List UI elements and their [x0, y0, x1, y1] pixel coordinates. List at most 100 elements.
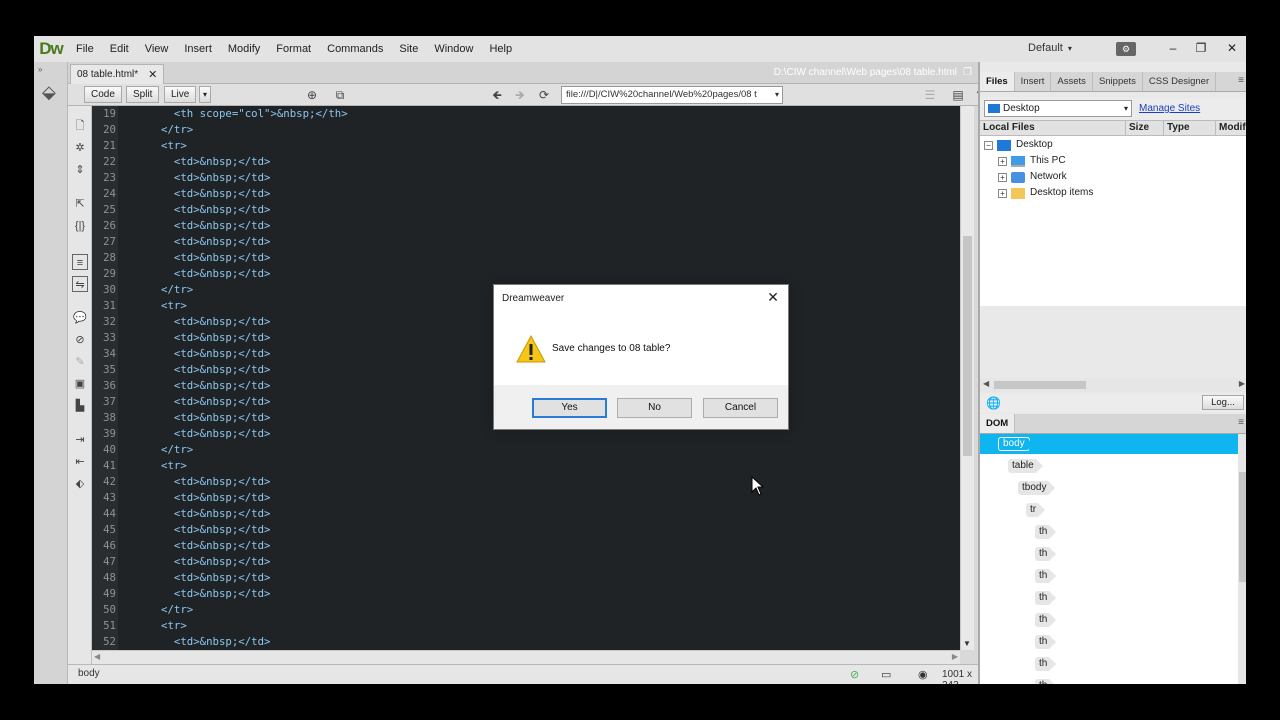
restore-doc-icon[interactable]: ❐	[963, 67, 972, 78]
code-line[interactable]: 52 <td>&nbsp;</td>	[92, 634, 960, 650]
collapse-arrows-icon[interactable]: »	[38, 65, 42, 74]
code-line[interactable]: 51 <tr>	[92, 618, 960, 634]
column-type[interactable]: Type	[1164, 121, 1216, 135]
minimize-button[interactable]: –	[1160, 39, 1186, 57]
restore-button[interactable]: ❐	[1188, 39, 1214, 57]
outdent-code-icon[interactable]: ⇤	[72, 454, 88, 470]
panel-menu-icon[interactable]: ≡	[1238, 75, 1244, 86]
menu-edit[interactable]: Edit	[102, 43, 137, 55]
code-view-button[interactable]: Code	[84, 86, 122, 103]
code-line[interactable]: 48 <td>&nbsp;</td>	[92, 570, 960, 586]
cancel-button[interactable]: Cancel	[703, 398, 778, 418]
dom-node-table[interactable]: table	[1008, 459, 1043, 473]
expand-toggle-icon[interactable]: +	[998, 172, 1007, 182]
code-line[interactable]: 22 <td>&nbsp;</td>	[92, 154, 960, 170]
dom-node-th[interactable]: th	[1035, 679, 1057, 684]
log-button[interactable]: Log...	[1202, 395, 1244, 410]
tree-item-network[interactable]: + Network	[998, 169, 1067, 185]
code-line[interactable]: 27 <td>&nbsp;</td>	[92, 234, 960, 250]
window-size-icon[interactable]: ▭	[881, 668, 891, 681]
live-view-button[interactable]: Live	[164, 86, 197, 103]
tag-selector-body[interactable]: body	[76, 668, 102, 682]
yes-button[interactable]: Yes	[532, 398, 607, 418]
dom-node-th[interactable]: th	[1035, 657, 1057, 671]
code-line[interactable]: 46 <td>&nbsp;</td>	[92, 538, 960, 554]
code-line[interactable]: 29 <td>&nbsp;</td>	[92, 266, 960, 282]
scroll-thumb[interactable]	[1239, 472, 1246, 582]
format-source-icon[interactable]: ☰	[922, 87, 938, 103]
files-horizontal-scrollbar[interactable]: ◀ ▶	[980, 378, 1246, 392]
tab-css-designer[interactable]: CSS Designer	[1143, 72, 1217, 91]
manage-sites-link[interactable]: Manage Sites	[1139, 103, 1200, 114]
wrap-tag-icon[interactable]: ✎	[72, 354, 88, 370]
code-line[interactable]: 26 <td>&nbsp;</td>	[92, 218, 960, 234]
scroll-right-icon[interactable]: ▶	[952, 652, 958, 661]
tab-files[interactable]: Files	[980, 72, 1015, 91]
menu-insert[interactable]: Insert	[176, 43, 220, 55]
scroll-left-icon[interactable]: ◀	[94, 652, 100, 661]
code-line[interactable]: 21 <tr>	[92, 138, 960, 154]
dom-node-tr[interactable]: tr	[1026, 503, 1046, 517]
chevron-down-icon[interactable]: ▾	[775, 87, 779, 103]
expand-toggle-icon[interactable]: +	[998, 156, 1007, 166]
code-line[interactable]: 45 <td>&nbsp;</td>	[92, 522, 960, 538]
code-line[interactable]: 50 </tr>	[92, 602, 960, 618]
balance-braces-icon[interactable]: {|}	[72, 218, 88, 234]
dom-node-th[interactable]: th	[1035, 613, 1057, 627]
scroll-thumb[interactable]	[994, 381, 1086, 389]
tab-assets[interactable]: Assets	[1051, 72, 1093, 91]
scroll-thumb[interactable]	[963, 236, 972, 456]
menu-window[interactable]: Window	[426, 43, 481, 55]
menu-help[interactable]: Help	[481, 43, 520, 55]
open-documents-icon[interactable]: 🗋	[72, 118, 88, 134]
code-line[interactable]: 28 <td>&nbsp;</td>	[92, 250, 960, 266]
dom-node-body[interactable]: body	[998, 437, 1034, 451]
column-local-files[interactable]: Local Files	[980, 121, 1126, 135]
site-select[interactable]: Desktop ▾	[984, 100, 1132, 117]
word-wrap-icon[interactable]: ⇋	[72, 276, 88, 292]
menu-commands[interactable]: Commands	[319, 43, 391, 55]
tree-item-desktop[interactable]: − Desktop	[984, 137, 1053, 153]
collapse-tag-icon[interactable]: ✲	[72, 140, 88, 156]
dom-node-tbody[interactable]: tbody	[1018, 481, 1057, 495]
no-errors-icon[interactable]: ⊘	[850, 668, 859, 681]
menu-format[interactable]: Format	[268, 43, 319, 55]
editor-vertical-scrollbar[interactable]: ▼	[960, 106, 974, 650]
close-tab-icon[interactable]: ✕	[148, 68, 157, 81]
tab-insert[interactable]: Insert	[1015, 72, 1052, 91]
select-parent-tag-icon[interactable]: ⇱	[72, 196, 88, 212]
column-size[interactable]: Size	[1126, 121, 1164, 135]
remove-comment-icon[interactable]: ⊘	[72, 332, 88, 348]
menu-view[interactable]: View	[137, 43, 177, 55]
recent-snippets-icon[interactable]: ▣	[72, 376, 88, 392]
scroll-down-icon[interactable]: ▼	[963, 639, 971, 648]
page-options-icon[interactable]: ▤	[950, 87, 966, 103]
dom-vertical-scrollbar[interactable]	[1238, 434, 1246, 684]
forward-arrow-icon[interactable]: 🡺	[512, 87, 528, 103]
tab-dom[interactable]: DOM	[980, 414, 1016, 433]
refresh-icon[interactable]: ⟳	[536, 87, 552, 103]
code-line[interactable]: 40 </tr>	[92, 442, 960, 458]
dom-node-th[interactable]: th	[1035, 569, 1057, 583]
document-tab[interactable]: 08 table.html* ✕	[70, 64, 165, 84]
code-line[interactable]: 44 <td>&nbsp;</td>	[92, 506, 960, 522]
workspace-switcher[interactable]: Default ▾	[1028, 42, 1072, 54]
move-css-icon[interactable]: ▙	[72, 398, 88, 414]
panel-menu-icon[interactable]: ≡	[1238, 417, 1244, 428]
tree-item-this-pc[interactable]: + This PC	[998, 153, 1066, 169]
dom-node-th[interactable]: th	[1035, 635, 1057, 649]
tab-snippets[interactable]: Snippets	[1093, 72, 1143, 91]
menu-modify[interactable]: Modify	[220, 43, 268, 55]
code-line[interactable]: 23 <td>&nbsp;</td>	[92, 170, 960, 186]
dom-node-th[interactable]: th	[1035, 547, 1057, 561]
code-line[interactable]: 43 <td>&nbsp;</td>	[92, 490, 960, 506]
code-line[interactable]: 19 <th scope="col">&nbsp;</th>	[92, 106, 960, 122]
tree-item-desktop-items[interactable]: + Desktop items	[998, 185, 1093, 201]
sync-settings-icon[interactable]: ⚙	[1116, 42, 1136, 56]
code-line[interactable]: 41 <tr>	[92, 458, 960, 474]
collapse-toggle-icon[interactable]: −	[984, 140, 993, 150]
scroll-right-icon[interactable]: ▶	[1239, 379, 1245, 388]
dialog-close-icon[interactable]: ✕	[764, 288, 782, 306]
dom-node-th[interactable]: th	[1035, 591, 1057, 605]
apply-comment-icon[interactable]: 💬	[72, 310, 88, 326]
